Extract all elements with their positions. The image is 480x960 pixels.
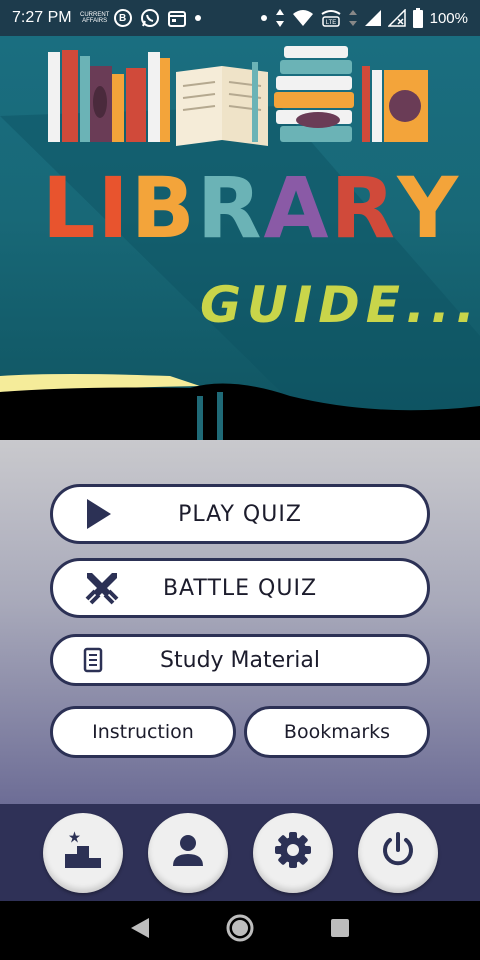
power-icon <box>379 831 417 874</box>
title-letter-b: B <box>130 159 197 257</box>
navigation-bar <box>0 901 480 960</box>
hero-banner: LIBRARY GUIDE... <box>0 36 480 440</box>
home-icon <box>225 913 255 948</box>
document-icon <box>83 647 103 673</box>
battle-quiz-label: BATTLE QUIZ <box>162 575 318 601</box>
status-bar: 7:27 PM CURRENT AFFAIRS B LTE 100% <box>0 0 480 36</box>
profile-button[interactable] <box>147 812 228 893</box>
crossed-swords-icon <box>83 569 121 607</box>
back-button[interactable] <box>120 911 160 951</box>
current-affairs-notification-icon: CURRENT AFFAIRS <box>79 12 110 24</box>
title-letter-a: A <box>263 159 331 257</box>
battery-icon <box>412 8 424 28</box>
notification-dot-icon <box>194 14 202 22</box>
play-quiz-button[interactable]: PLAY QUIZ <box>50 484 430 544</box>
wifi-icon <box>292 9 314 27</box>
signal-icon <box>364 9 382 27</box>
dot-icon <box>260 14 268 22</box>
leaderboard-button[interactable] <box>42 812 123 893</box>
battery-percent: 100% <box>429 9 468 27</box>
recents-button[interactable] <box>320 911 360 951</box>
settings-button[interactable] <box>252 812 333 893</box>
title-letter-i: I <box>97 159 131 257</box>
instruction-button[interactable]: Instruction <box>50 706 236 758</box>
hero-title: LIBRARY <box>42 166 460 250</box>
data-arrows-small-icon <box>348 8 358 28</box>
study-material-label: Study Material <box>160 647 320 673</box>
calendar-icon <box>167 9 186 27</box>
data-arrows-icon <box>274 8 286 28</box>
hero-subtitle: GUIDE... <box>200 276 480 334</box>
battle-quiz-button[interactable]: BATTLE QUIZ <box>50 558 430 618</box>
study-material-button[interactable]: Study Material <box>50 634 430 686</box>
settings-icon <box>273 830 313 875</box>
bookmarks-button[interactable]: Bookmarks <box>244 706 430 758</box>
status-left: 7:27 PM CURRENT AFFAIRS B <box>12 8 202 28</box>
bookmarks-label: Bookmarks <box>283 721 391 743</box>
volte-icon: LTE <box>320 8 342 28</box>
bottom-action-bar <box>0 804 480 901</box>
title-letter-r2: R <box>330 159 398 257</box>
profile-icon <box>170 832 206 873</box>
title-letter-r: R <box>196 159 264 257</box>
signal-no-service-icon <box>387 9 406 27</box>
leaderboard-icon <box>61 830 105 875</box>
svg-text:LTE: LTE <box>325 20 336 26</box>
play-quiz-label: PLAY QUIZ <box>178 501 302 527</box>
status-right: LTE 100% <box>260 8 468 28</box>
power-button[interactable] <box>357 812 438 893</box>
home-button[interactable] <box>220 911 260 951</box>
recents-icon <box>329 917 351 944</box>
title-letter-y: Y <box>397 159 461 257</box>
instruction-label: Instruction <box>92 721 194 743</box>
status-time: 7:27 PM <box>12 9 72 26</box>
whatsapp-icon <box>140 8 160 28</box>
back-icon <box>129 916 151 945</box>
title-letter-l: L <box>42 159 98 257</box>
b-notification-icon: B <box>113 9 132 27</box>
main-menu: PLAY QUIZ BATTLE QUIZ Study Material Ins… <box>0 440 480 804</box>
play-icon <box>83 497 113 531</box>
